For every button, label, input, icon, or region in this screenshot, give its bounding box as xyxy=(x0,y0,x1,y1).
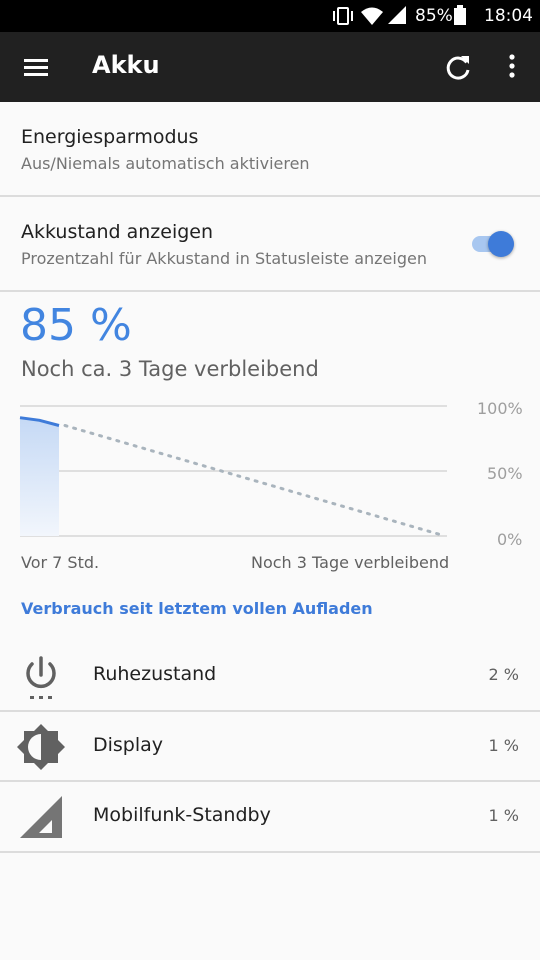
x-label-start: Vor 7 Std. xyxy=(21,553,100,572)
cell-signal-icon xyxy=(388,6,406,24)
y-tick-label: 100% xyxy=(477,399,523,418)
brightness-icon xyxy=(17,724,65,770)
cell-signal-icon xyxy=(20,796,62,838)
status-battery-percent: 85% xyxy=(415,6,453,26)
usage-item-percent: 1 % xyxy=(488,806,519,825)
power-icon xyxy=(26,656,56,699)
divider xyxy=(0,290,540,292)
refresh-icon[interactable] xyxy=(436,43,480,91)
app-bar: Akku xyxy=(0,32,540,102)
usage-item-label: Display xyxy=(93,734,164,756)
x-label-end: Noch 3 Tage verbleibend xyxy=(251,553,450,572)
usage-item-percent: 1 % xyxy=(488,736,519,755)
battery-saver-subtitle: Aus/Niemals automatisch aktivieren xyxy=(21,154,310,173)
divider xyxy=(0,851,540,853)
more-vert-icon[interactable] xyxy=(492,43,532,91)
usage-since-full-charge-header: Verbrauch seit letztem vollen Aufladen xyxy=(21,599,373,618)
battery-saver-row[interactable]: Energiesparmodus Aus/Niemals automatisch… xyxy=(0,102,540,196)
battery-level: 85 % xyxy=(20,300,132,351)
page-title: Akku xyxy=(92,51,160,79)
show-percentage-subtitle: Prozentzahl für Akkustand in Statusleist… xyxy=(21,249,427,268)
usage-item-label: Mobilfunk-Standby xyxy=(93,804,271,826)
history-area xyxy=(20,417,59,536)
y-tick-label: 50% xyxy=(487,464,523,483)
toggle-thumb xyxy=(488,231,514,257)
show-percentage-toggle[interactable] xyxy=(470,228,518,260)
status-bar: 85% 18:04 xyxy=(0,0,540,32)
battery-saver-title: Energiesparmodus xyxy=(21,126,199,148)
battery-remaining: Noch ca. 3 Tage verbleibend xyxy=(21,357,319,381)
usage-item-label: Ruhezustand xyxy=(93,663,217,685)
y-tick-label: 0% xyxy=(497,530,523,549)
wifi-icon xyxy=(361,7,383,25)
usage-item-sleep[interactable]: Ruhezustand 2 % xyxy=(0,641,540,711)
usage-item-percent: 2 % xyxy=(488,665,519,684)
battery-history-chart xyxy=(19,405,447,538)
usage-item-cell-standby[interactable]: Mobilfunk-Standby 1 % xyxy=(0,782,540,852)
status-time: 18:04 xyxy=(484,6,533,26)
menu-icon[interactable] xyxy=(14,43,58,91)
battery-icon xyxy=(454,5,466,25)
show-percentage-title: Akkustand anzeigen xyxy=(21,221,214,243)
projection-line xyxy=(63,424,447,538)
usage-item-display[interactable]: Display 1 % xyxy=(0,712,540,782)
show-percentage-row[interactable]: Akkustand anzeigen Prozentzahl für Akkus… xyxy=(0,197,540,291)
vibrate-icon xyxy=(333,7,353,25)
